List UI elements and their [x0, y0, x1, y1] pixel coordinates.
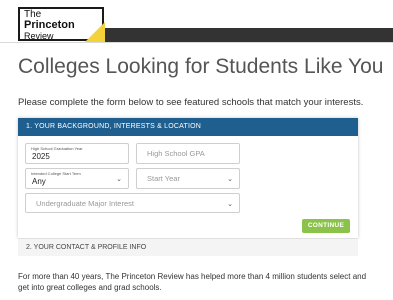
- page-title: Colleges Looking for Students Like You: [18, 55, 384, 78]
- section-2-header[interactable]: 2. YOUR CONTACT & PROFILE INFO: [18, 238, 358, 256]
- intro-text: Please complete the form below to see fe…: [18, 97, 364, 108]
- start-term-value: Any: [32, 177, 46, 186]
- graduation-year-select[interactable]: High School Graduation Year 2025: [25, 143, 129, 164]
- footer-text: For more than 40 years, The Princeton Re…: [18, 272, 367, 292]
- major-interest-select[interactable]: Undergraduate Major Interest ⌄: [25, 193, 240, 213]
- start-year-select[interactable]: Start Year ⌄: [136, 168, 240, 189]
- start-term-label: Intended College Start Term: [31, 171, 81, 176]
- continue-button[interactable]: CONTINUE: [302, 219, 350, 233]
- logo-yellow-corner: [85, 22, 105, 42]
- major-interest-placeholder: Undergraduate Major Interest: [36, 199, 134, 208]
- gpa-input[interactable]: High School GPA: [136, 143, 240, 164]
- graduation-year-label: High School Graduation Year: [31, 146, 83, 151]
- chevron-down-icon: ⌄: [116, 176, 122, 183]
- top-bar-strip: [90, 28, 393, 42]
- start-term-select[interactable]: Intended College Start Term Any ⌄: [25, 168, 129, 189]
- chevron-down-icon: ⌄: [227, 176, 233, 183]
- gpa-placeholder: High School GPA: [147, 149, 205, 158]
- section-1-header[interactable]: 1. YOUR BACKGROUND, INTERESTS & LOCATION: [18, 118, 358, 136]
- start-year-placeholder: Start Year: [147, 174, 180, 183]
- chevron-down-icon: ⌄: [227, 201, 233, 208]
- princeton-review-logo[interactable]: The Princeton Review: [18, 7, 105, 42]
- header-divider: [0, 42, 393, 43]
- graduation-year-value: 2025: [32, 152, 50, 161]
